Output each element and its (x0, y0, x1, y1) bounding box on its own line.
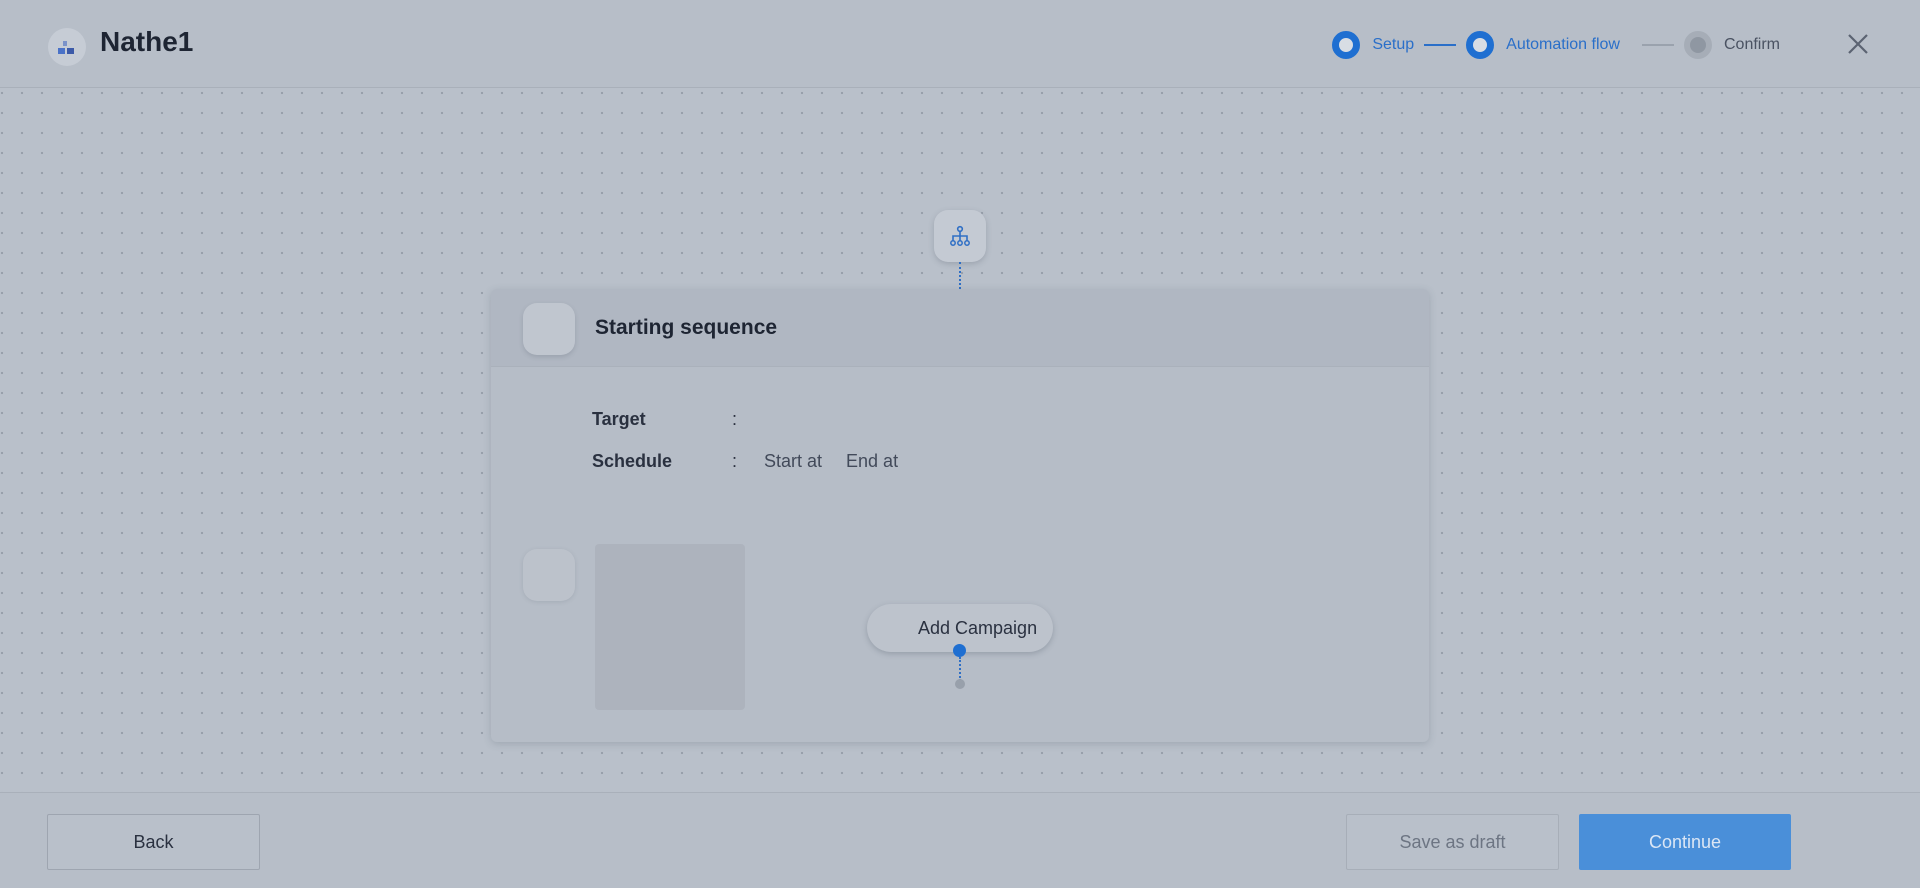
target-row: Target : (592, 409, 764, 430)
connector-line (959, 657, 961, 681)
sequence-icon (523, 303, 575, 355)
end-at-value: End at (846, 451, 899, 471)
header: Nathe1 Setup Automation flow Confirm (0, 0, 1920, 88)
step-setup-dot (1332, 31, 1361, 59)
step-automation-flow-label: Automation flow (1506, 36, 1620, 53)
connector-line (959, 262, 961, 289)
close-icon (1848, 34, 1868, 54)
step-setup-label: Setup (1372, 36, 1415, 53)
card-title: Starting sequence (595, 316, 778, 339)
flow-canvas[interactable]: Starting sequence Target : Schedule : St… (0, 89, 1920, 792)
step-confirm-dot (1683, 31, 1712, 59)
step-automation-flow-dot (1466, 31, 1495, 59)
stepper: Setup Automation flow Confirm (1332, 30, 1780, 60)
card-header: Starting sequence (491, 289, 1429, 367)
back-button[interactable]: Back (47, 814, 260, 870)
trigger-node[interactable] (934, 210, 986, 262)
start-at-value: Start at (764, 451, 823, 471)
step-confirm[interactable]: Confirm (1683, 31, 1780, 59)
close-button[interactable] (1844, 30, 1872, 58)
step-confirm-label: Confirm (1723, 36, 1780, 53)
campaign-icon (523, 549, 575, 601)
target-label: Target (592, 409, 646, 429)
page-title: Nathe1 (100, 26, 194, 57)
step-setup[interactable]: Setup (1332, 31, 1414, 59)
step-connector (1424, 44, 1457, 46)
campaign-placeholder (595, 544, 745, 710)
step-connector (1641, 44, 1674, 46)
add-campaign-label: Add Campaign (918, 617, 1038, 638)
next-node-handle[interactable] (955, 679, 965, 689)
save-as-draft-button[interactable]: Save as draft (1346, 814, 1559, 870)
campaign-type-icon (48, 28, 86, 66)
target-colon: : (732, 409, 738, 429)
continue-button[interactable]: Continue (1579, 814, 1791, 870)
step-automation-flow[interactable]: Automation flow (1466, 31, 1620, 59)
sitemap-icon (950, 225, 970, 246)
schedule-row: Schedule : Start at End at (592, 451, 922, 472)
output-handle[interactable] (953, 644, 966, 657)
footer: Back Save as draft Continue (0, 792, 1920, 888)
schedule-colon: : (732, 451, 738, 471)
schedule-label: Schedule (592, 451, 673, 471)
